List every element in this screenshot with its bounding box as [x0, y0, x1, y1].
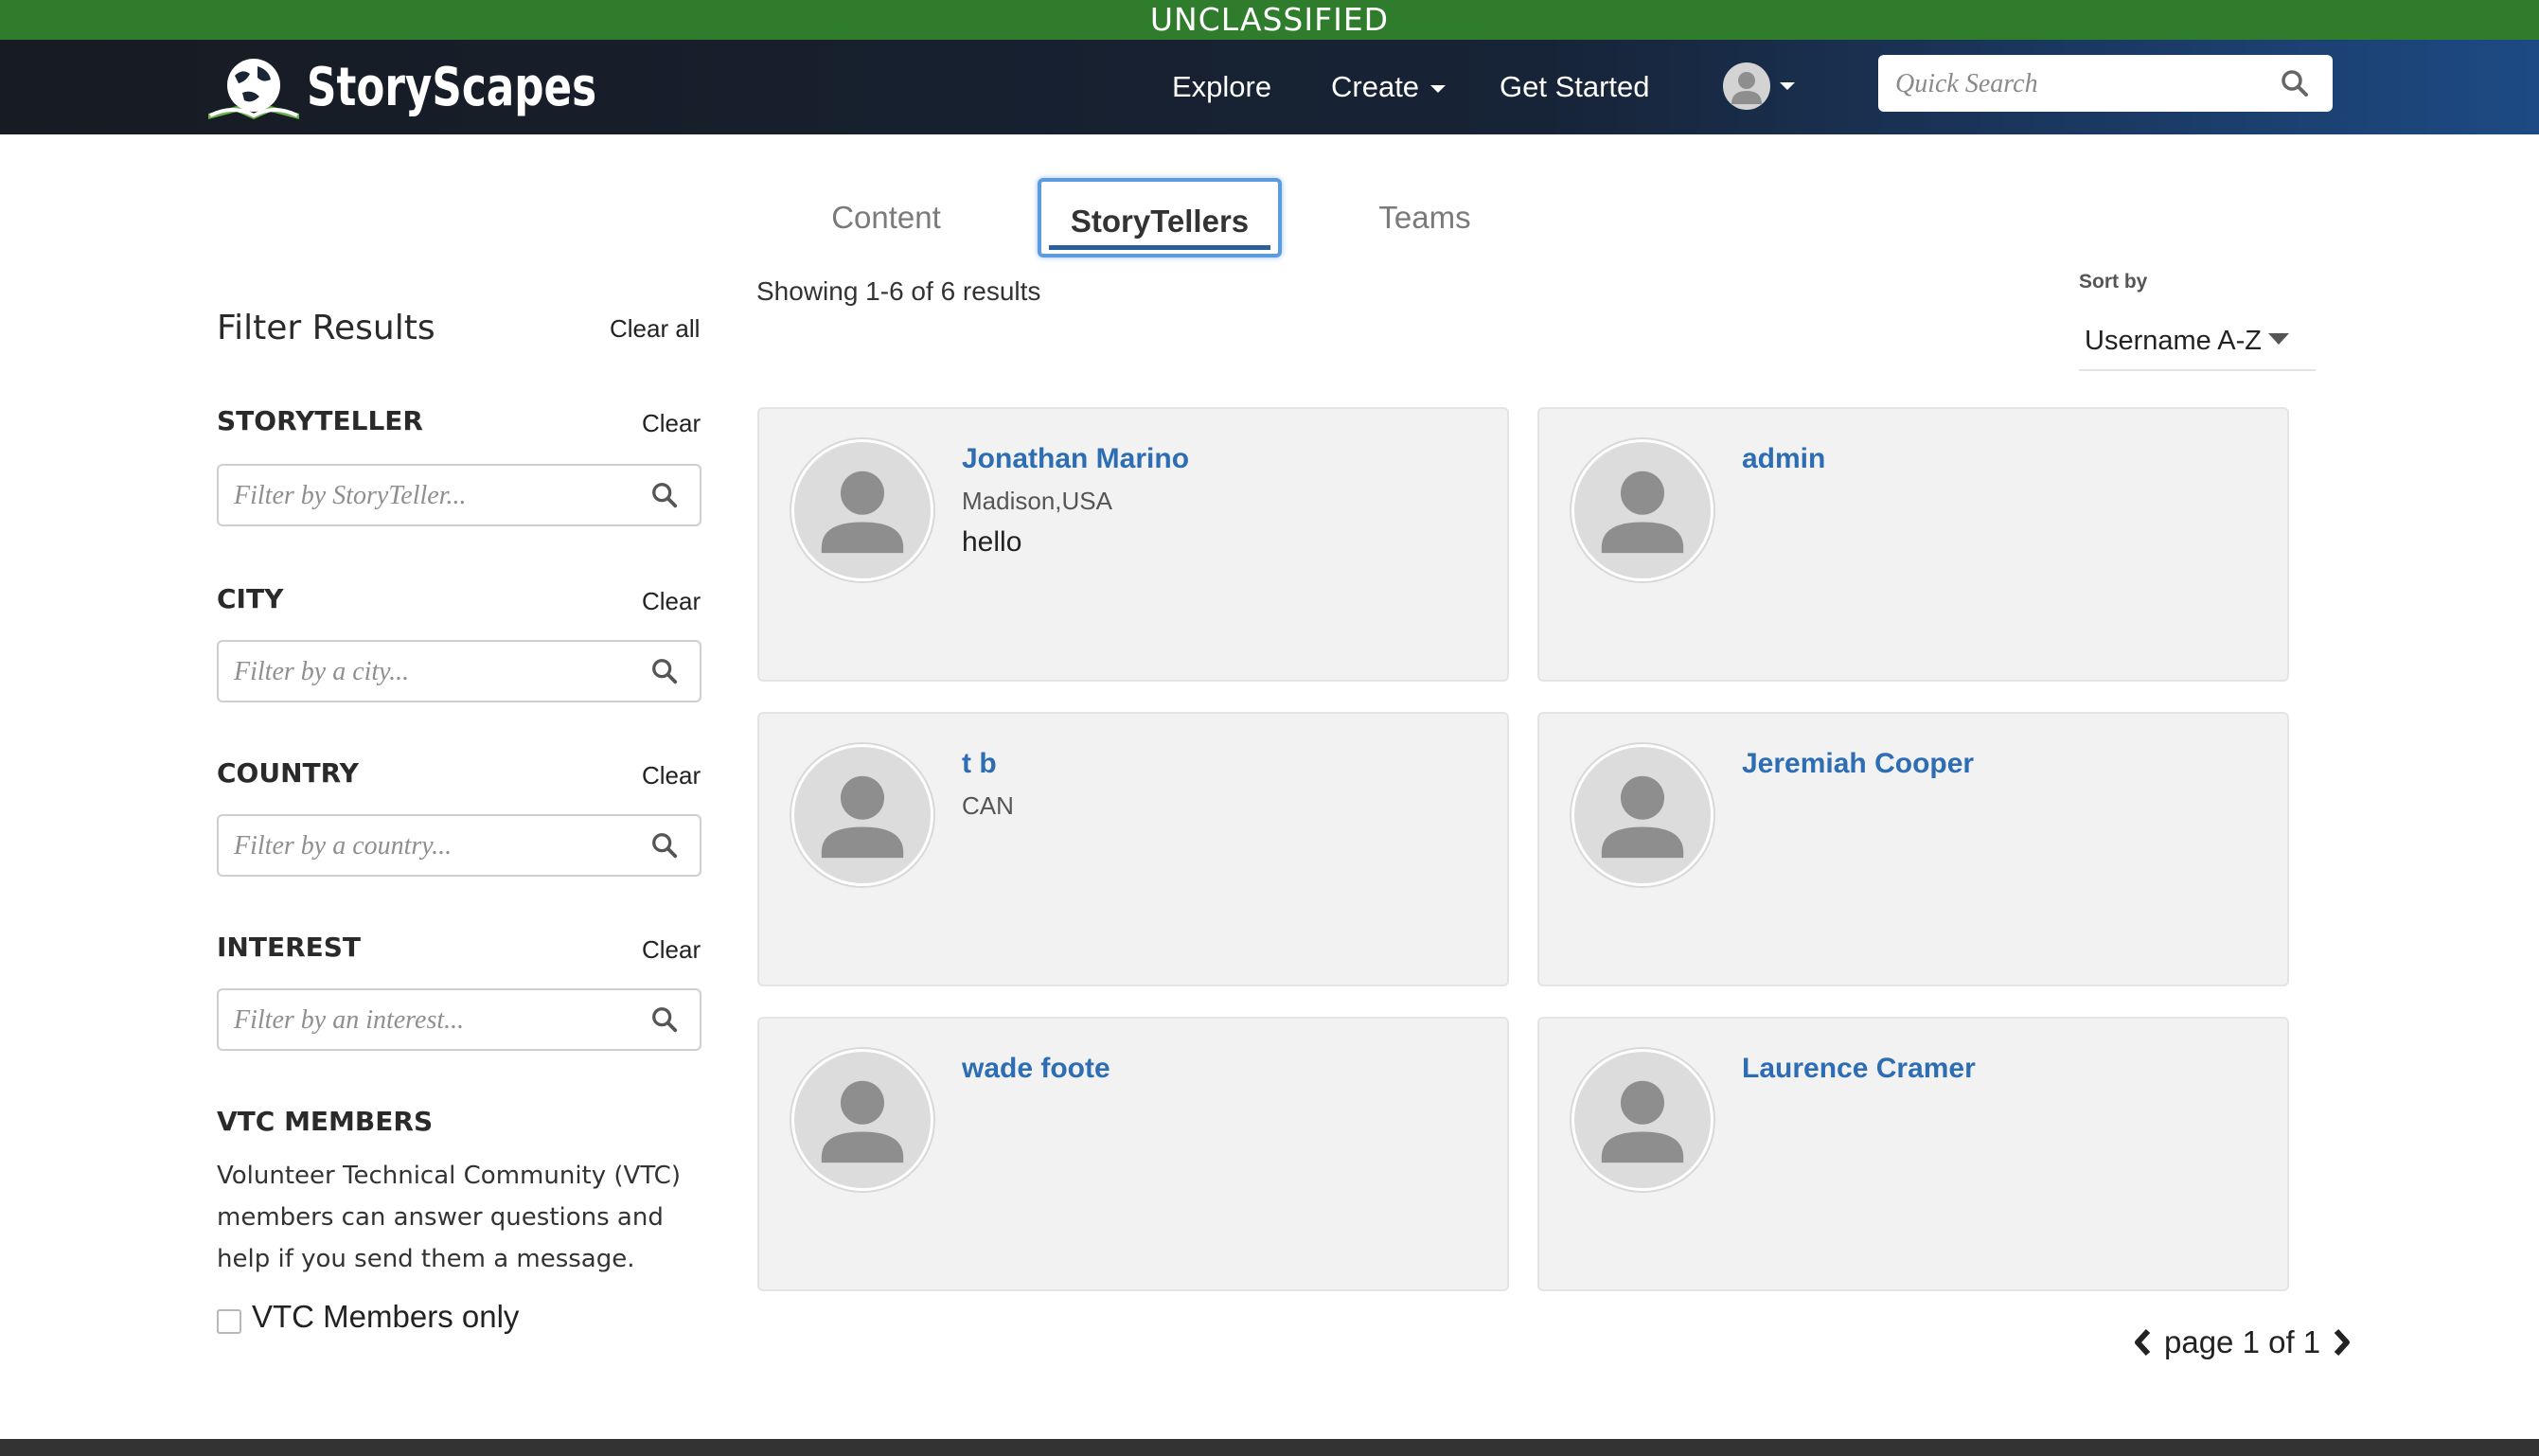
sort-value: Username A-Z	[2085, 326, 2262, 356]
country-filter	[217, 814, 701, 877]
storyteller-filter-input[interactable]	[219, 466, 643, 526]
person-silhouette-icon[interactable]	[791, 439, 933, 581]
search-icon[interactable]	[650, 481, 679, 509]
interest-filter-input[interactable]	[219, 990, 643, 1051]
nav-get-started-label: Get Started	[1500, 70, 1650, 103]
footer-bar	[0, 1439, 2539, 1456]
city-filter	[217, 640, 701, 702]
storyteller-filter	[217, 464, 701, 526]
filter-label-country: COUNTRY	[217, 757, 359, 789]
user-avatar-icon	[1723, 62, 1770, 110]
search-icon[interactable]	[650, 1005, 679, 1034]
storyteller-name-link[interactable]: Jeremiah Cooper	[1742, 748, 1974, 780]
results-summary: Showing 1-6 of 6 results	[756, 276, 1041, 306]
tab-storytellers-label: StoryTellers	[1070, 204, 1250, 239]
filter-label-interest: INTEREST	[217, 932, 362, 963]
tab-teams-label: Teams	[1378, 200, 1471, 235]
country-filter-input[interactable]	[219, 816, 643, 877]
person-silhouette-icon[interactable]	[1571, 744, 1713, 886]
nav-explore-label: Explore	[1172, 70, 1272, 103]
storyteller-card: wade foote	[757, 1017, 1509, 1291]
clear-country-button[interactable]: Clear	[642, 761, 701, 790]
tab-content[interactable]: Content	[805, 178, 968, 257]
clear-all-button[interactable]: Clear all	[610, 314, 700, 344]
search-icon[interactable]	[2280, 68, 2310, 98]
caret-down-icon	[1430, 84, 1447, 93]
nav-explore[interactable]: Explore	[1172, 66, 1271, 108]
vtc-members-checkbox-label[interactable]: VTC Members only	[252, 1299, 519, 1335]
search-icon[interactable]	[650, 657, 679, 685]
storyteller-card: Jonathan Marino Madison,USA hello	[757, 407, 1509, 682]
site-logo[interactable]: StoryScapes	[204, 51, 678, 123]
storyteller-name-link[interactable]: admin	[1742, 443, 1825, 475]
quick-search-input[interactable]	[1878, 55, 2276, 114]
nav-get-started[interactable]: Get Started	[1500, 66, 1650, 108]
chevron-left-icon[interactable]	[2132, 1327, 2153, 1358]
tab-teams[interactable]: Teams	[1344, 178, 1505, 257]
vtc-description: Volunteer Technical Community (VTC) memb…	[217, 1162, 681, 1273]
storyteller-card: admin	[1537, 407, 2289, 682]
filter-label-storyteller: STORYTELLER	[217, 405, 423, 436]
filter-label-vtc-members: VTC MEMBERS	[217, 1106, 434, 1137]
filter-results-title: Filter Results	[217, 309, 435, 347]
storyteller-location: CAN	[962, 791, 1014, 820]
tab-content-label: Content	[831, 200, 941, 235]
clear-storyteller-button[interactable]: Clear	[642, 409, 701, 438]
quick-search	[1878, 55, 2333, 114]
logo-text: StoryScapes	[307, 56, 597, 118]
interest-filter	[217, 988, 701, 1051]
pagination: page 1 of 1	[2132, 1323, 2353, 1361]
storyteller-bio: hello	[962, 526, 1022, 558]
chevron-right-icon[interactable]	[2332, 1327, 2353, 1358]
nav-create-dropdown[interactable]: Create	[1331, 66, 1447, 108]
globe-book-logo-icon	[208, 59, 299, 119]
storyteller-card: Jeremiah Cooper	[1537, 712, 2289, 986]
caret-down-icon	[1780, 82, 1795, 90]
storyteller-name-link[interactable]: t b	[962, 748, 997, 780]
storyteller-card: Laurence Cramer	[1537, 1017, 2289, 1291]
city-filter-input[interactable]	[219, 642, 643, 702]
filter-label-city: CITY	[217, 583, 284, 614]
top-navbar: StoryScapes Explore Create Get Started	[0, 40, 2539, 134]
storyteller-card: t b CAN	[757, 712, 1509, 986]
clear-interest-button[interactable]: Clear	[642, 935, 701, 965]
storyteller-name-link[interactable]: wade foote	[962, 1053, 1110, 1085]
caret-down-icon	[2268, 333, 2289, 345]
person-silhouette-icon[interactable]	[1571, 439, 1713, 581]
clear-city-button[interactable]: Clear	[642, 587, 701, 616]
storyteller-name-link[interactable]: Laurence Cramer	[1742, 1053, 1976, 1085]
tab-storytellers[interactable]: StoryTellers	[1038, 178, 1282, 257]
person-silhouette-icon[interactable]	[791, 1049, 933, 1191]
storyteller-name-link[interactable]: Jonathan Marino	[962, 443, 1189, 475]
page-indicator: page 1 of 1	[2164, 1324, 2321, 1359]
storyteller-location: Madison,USA	[962, 487, 1112, 515]
nav-create-label: Create	[1331, 70, 1420, 103]
sort-select[interactable]: Username A-Z	[2079, 318, 2316, 371]
sort-label: Sort by	[2079, 271, 2148, 293]
user-menu-dropdown[interactable]	[1723, 62, 1795, 110]
search-icon[interactable]	[650, 831, 679, 860]
person-silhouette-icon[interactable]	[1571, 1049, 1713, 1191]
classification-banner: UNCLASSIFIED	[0, 0, 2539, 40]
vtc-members-checkbox[interactable]	[217, 1309, 241, 1334]
person-silhouette-icon[interactable]	[791, 744, 933, 886]
